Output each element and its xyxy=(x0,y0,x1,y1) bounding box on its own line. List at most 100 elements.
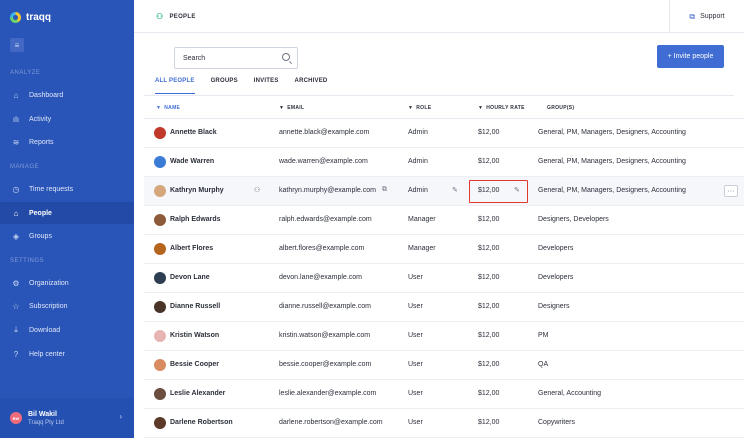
people-icon: ⌂ xyxy=(13,208,19,218)
person-role: Admin xyxy=(408,129,428,136)
column-header-role[interactable]: ▼ ROLE xyxy=(408,105,431,111)
sidebar-item-label: Organization xyxy=(29,279,69,287)
sidebar-item-label: People xyxy=(29,209,52,217)
column-header-hourly-rate[interactable]: ▼ HOURLY RATE xyxy=(478,105,525,111)
search-icon[interactable] xyxy=(282,53,290,61)
sidebar-item-time-requests[interactable]: ◷ Time requests xyxy=(0,178,134,200)
person-email: wade.warren@example.com xyxy=(279,158,368,165)
tab-all-people[interactable]: ALL PEOPLE xyxy=(155,78,195,94)
person-email: dianne.russell@example.com xyxy=(279,303,371,310)
sort-down-icon: ▼ xyxy=(279,105,285,111)
person-name: Ralph Edwards xyxy=(170,216,221,223)
sidebar: traqq ≡ ANALYZE ⌂ Dashboard ılı Activity… xyxy=(0,0,134,438)
sidebar-item-help-center[interactable]: ? Help center xyxy=(0,343,134,365)
sidebar-item-download[interactable]: ⤓ Download xyxy=(0,319,134,341)
support-button[interactable]: ⧉ Support xyxy=(669,0,744,33)
table-row[interactable]: Kristin Watson kristin.watson@example.com… xyxy=(144,322,744,351)
person-role: User xyxy=(408,274,423,281)
sidebar-item-label: Subscription xyxy=(29,302,68,310)
section-label-manage: MANAGE xyxy=(10,164,40,170)
avatar xyxy=(154,156,166,168)
person-email: leslie.alexander@example.com xyxy=(279,390,377,397)
user-settings-icon[interactable]: ⚇ xyxy=(254,186,260,194)
edit-role-icon[interactable]: ✎ xyxy=(452,186,458,194)
person-role: User xyxy=(408,419,423,426)
table-row[interactable]: Devon Lane devon.lane@example.com User $12,… xyxy=(144,264,744,293)
sidebar-item-dashboard[interactable]: ⌂ Dashboard xyxy=(0,84,134,106)
avatar xyxy=(154,388,166,400)
hourly-rate: $12,00 xyxy=(478,419,500,426)
hourly-rate: $12,00 xyxy=(478,245,500,252)
person-name: Leslie Alexander xyxy=(170,390,226,397)
table-row[interactable]: Annette Black annette.black@example.com Ad… xyxy=(144,119,744,148)
edit-rate-icon[interactable]: ✎ xyxy=(514,186,520,194)
sidebar-item-groups[interactable]: ◈ Groups xyxy=(0,225,134,247)
column-label: GROUP(S) xyxy=(547,105,575,111)
column-label: EMAIL xyxy=(287,105,305,111)
table-row[interactable]: Dianne Russell dianne.russell@example.com… xyxy=(144,293,744,322)
person-name: Bessie Cooper xyxy=(170,361,220,368)
sidebar-item-people[interactable]: ⌂ People xyxy=(0,202,134,224)
avatar xyxy=(154,272,166,284)
table-row[interactable]: Albert Flores albert.flores@example.com Ma… xyxy=(144,235,744,264)
search-input[interactable]: Search xyxy=(174,47,298,69)
logo-icon xyxy=(10,12,21,23)
search-text: Search xyxy=(183,54,206,62)
person-groups: General, PM, Managers, Designers, Accoun… xyxy=(538,129,686,136)
person-email: devon.lane@example.com xyxy=(279,274,362,281)
user-org: Traqq Pty Ltd xyxy=(28,419,64,426)
copy-icon[interactable]: ⧉ xyxy=(382,186,387,194)
person-role: Manager xyxy=(408,245,436,252)
table-row[interactable]: Wade Warren wade.warren@example.com Admin $… xyxy=(144,148,744,177)
sidebar-item-organization[interactable]: ⚙ Organization xyxy=(0,272,134,294)
person-name: Albert Flores xyxy=(170,245,214,252)
divider xyxy=(144,95,734,96)
home-icon: ⌂ xyxy=(13,90,19,100)
person-groups: Developers xyxy=(538,274,574,281)
invite-people-button[interactable]: + Invite people xyxy=(657,45,724,68)
avatar xyxy=(154,330,166,342)
person-role: Admin xyxy=(408,187,428,194)
more-options-icon[interactable]: ··· xyxy=(724,185,738,197)
person-name: Annette Black xyxy=(170,129,217,136)
section-label-settings: SETTINGS xyxy=(10,258,45,264)
sidebar-item-label: Activity xyxy=(29,115,52,123)
menu-toggle-icon[interactable]: ≡ xyxy=(10,38,24,52)
column-label: HOURLY RATE xyxy=(486,105,525,111)
sidebar-item-subscription[interactable]: ☆ Subscription xyxy=(0,295,134,317)
reports-icon: ≋ xyxy=(12,137,20,147)
tab-groups[interactable]: GROUPS xyxy=(211,78,238,94)
logo[interactable]: traqq xyxy=(10,12,51,23)
user-menu[interactable]: BW Bil Wakil Traqq Pty Ltd › xyxy=(0,398,134,438)
tab-invites[interactable]: INVITES xyxy=(254,78,279,94)
sidebar-item-activity[interactable]: ılı Activity xyxy=(0,108,134,130)
download-icon: ⤓ xyxy=(14,325,18,334)
tab-archived[interactable]: ARCHIVED xyxy=(295,78,328,94)
sidebar-item-reports[interactable]: ≋ Reports xyxy=(0,131,134,153)
table-row[interactable]: Leslie Alexander leslie.alexander@example… xyxy=(144,380,744,409)
table-row[interactable]: Bessie Cooper bessie.cooper@example.com Us… xyxy=(144,351,744,380)
person-name: Dianne Russell xyxy=(170,303,221,310)
table-row[interactable]: Darlene Robertson darlene.robertson@examp… xyxy=(144,409,744,438)
column-header-name[interactable]: ▼ NAME xyxy=(156,105,180,111)
clock-icon: ◷ xyxy=(12,184,20,194)
sidebar-item-label: Help center xyxy=(29,350,65,358)
settings-icon: ⚙ xyxy=(12,278,20,288)
column-header-email[interactable]: ▼ EMAIL xyxy=(279,105,304,111)
person-role: Manager xyxy=(408,216,436,223)
table-header: ▼ NAME ▼ EMAIL ▼ ROLE ▼ HOURLY RATE GROUP(S) xyxy=(144,97,744,119)
table-row[interactable]: Kathryn Murphy kathryn.murphy@example.com… xyxy=(144,177,744,206)
table-row[interactable]: Ralph Edwards ralph.edwards@example.com Ma… xyxy=(144,206,744,235)
section-label-analyze: ANALYZE xyxy=(10,70,41,76)
people-icon: ⚇ xyxy=(156,12,164,21)
hourly-rate: $12,00 xyxy=(478,274,500,281)
hourly-rate: $12,00 xyxy=(478,390,500,397)
person-groups: Designers xyxy=(538,303,570,310)
person-email: ralph.edwards@example.com xyxy=(279,216,372,223)
hourly-rate: $12,00 xyxy=(478,303,500,310)
layers-icon: ◈ xyxy=(12,231,20,241)
person-groups: QA xyxy=(538,361,549,368)
hourly-rate: $12,00 xyxy=(478,129,500,136)
person-name: Darlene Robertson xyxy=(170,419,233,426)
avatar xyxy=(154,127,166,139)
